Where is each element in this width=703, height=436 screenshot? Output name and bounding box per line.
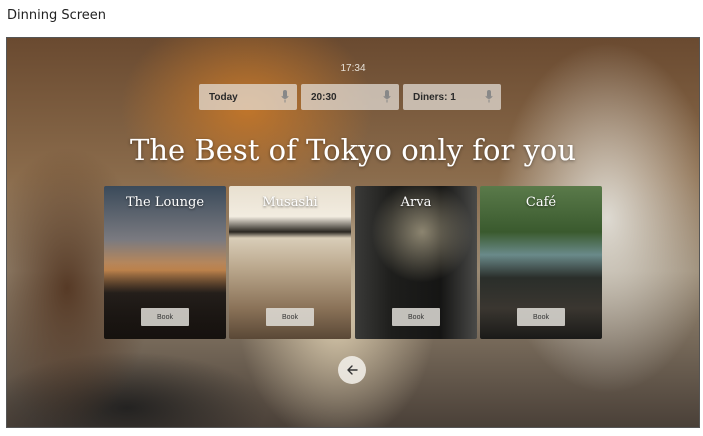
diners-selector[interactable]: Diners: 1 xyxy=(403,84,501,110)
date-label: Today xyxy=(209,91,238,103)
back-button[interactable] xyxy=(338,356,366,384)
dining-screen: 17:34 Today 20:30 Diners: 1 The Best of … xyxy=(6,37,700,428)
page-title: Dinning Screen xyxy=(7,8,107,23)
restaurant-card-arva[interactable]: Arva Book xyxy=(355,186,477,339)
book-button[interactable]: Book xyxy=(392,308,440,326)
time-label: 20:30 xyxy=(311,91,337,103)
microphone-icon[interactable] xyxy=(485,90,493,103)
arrow-left-icon xyxy=(347,365,358,375)
microphone-icon[interactable] xyxy=(281,90,289,103)
restaurant-card-cafe[interactable]: Café Book xyxy=(480,186,602,339)
restaurant-name: The Lounge xyxy=(125,195,205,210)
diners-label: Diners: 1 xyxy=(413,91,456,103)
clock: 17:34 xyxy=(340,63,366,74)
restaurant-card-musashi[interactable]: Musashi Book xyxy=(229,186,351,339)
date-selector[interactable]: Today xyxy=(199,84,297,110)
book-button[interactable]: Book xyxy=(141,308,189,326)
microphone-icon[interactable] xyxy=(383,90,391,103)
headline: The Best of Tokyo only for you xyxy=(129,133,577,167)
restaurant-card-the-lounge[interactable]: The Lounge Book xyxy=(104,186,226,339)
restaurant-name: Café xyxy=(525,195,557,210)
time-selector[interactable]: 20:30 xyxy=(301,84,399,110)
book-button[interactable]: Book xyxy=(517,308,565,326)
restaurant-name: Arva xyxy=(400,195,432,210)
book-button[interactable]: Book xyxy=(266,308,314,326)
restaurant-name: Musashi xyxy=(262,195,318,210)
